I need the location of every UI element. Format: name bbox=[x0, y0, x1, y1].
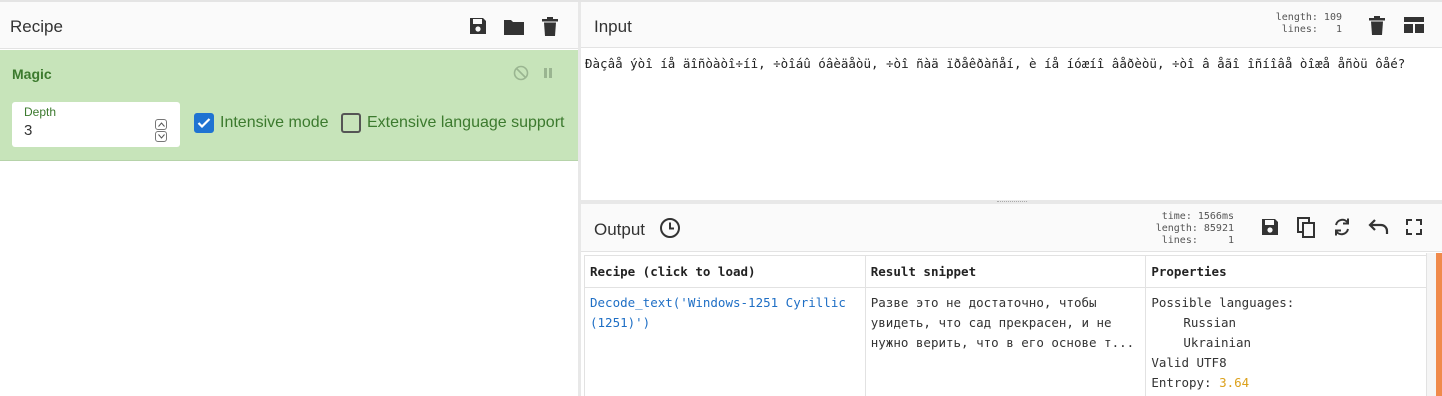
operation-name: Magic bbox=[12, 66, 52, 82]
trash-icon bbox=[542, 16, 558, 36]
save-output-button[interactable] bbox=[1252, 214, 1288, 240]
recipe-panel: Recipe Magic Depth 3 Intensive mode Exte… bbox=[0, 2, 578, 396]
recipe-title: Recipe bbox=[10, 17, 63, 36]
input-textarea[interactable]: Ðàçâå ýòî íå äîñòàòî÷íî, ÷òîáû óâèäåòü, … bbox=[585, 54, 1435, 74]
baking-time-button[interactable] bbox=[659, 217, 681, 239]
depth-increment[interactable] bbox=[155, 119, 167, 130]
output-results: Recipe (click to load) Result snippet Pr… bbox=[584, 255, 1427, 396]
column-snippet: Result snippet bbox=[864, 255, 1147, 288]
clock-icon bbox=[660, 218, 680, 238]
input-title: Input bbox=[594, 17, 632, 36]
properties-cell: Possible languages: Russian Ukrainian Va… bbox=[1145, 287, 1427, 396]
copy-output-button[interactable] bbox=[1288, 214, 1324, 240]
chevron-down-icon bbox=[157, 134, 165, 139]
language-item: Russian bbox=[1183, 315, 1237, 330]
output-panel: Output time: 1566ms length: 85921 lines:… bbox=[581, 204, 1442, 396]
output-stats: time: 1566ms length: 85921 lines: 1 bbox=[1155, 211, 1234, 246]
depth-decrement[interactable] bbox=[155, 131, 167, 142]
table-header-row: Recipe (click to load) Result snippet Pr… bbox=[584, 255, 1427, 288]
magic-results-table: Recipe (click to load) Result snippet Pr… bbox=[584, 255, 1427, 396]
output-title: Output bbox=[594, 220, 646, 239]
input-stats: length: 109 lines: 1 bbox=[1275, 12, 1342, 35]
disable-operation-button[interactable] bbox=[512, 64, 530, 82]
entropy-label: Entropy: bbox=[1151, 375, 1220, 390]
language-item: Ukrainian bbox=[1183, 335, 1252, 350]
intensive-mode-checkbox[interactable] bbox=[194, 113, 214, 133]
save-icon bbox=[1262, 219, 1278, 235]
pause-icon bbox=[544, 68, 552, 78]
languages-label: Possible languages: bbox=[1151, 295, 1295, 310]
disable-icon bbox=[513, 65, 529, 81]
table-row: Decode_text('Windows-1251 Cyrillic (1251… bbox=[584, 287, 1427, 396]
input-panel: Input length: 109 lines: 1 Ðàçâå ýòî íå … bbox=[581, 2, 1442, 200]
valid-utf8-text: Valid UTF8 bbox=[1151, 355, 1227, 370]
scrollbar-indicator[interactable] bbox=[1436, 253, 1442, 396]
layout-icon bbox=[1404, 17, 1424, 33]
save-recipe-button[interactable] bbox=[460, 13, 496, 39]
clear-recipe-button[interactable] bbox=[532, 13, 568, 39]
folder-icon bbox=[504, 19, 524, 35]
magic-operation: Magic Depth 3 Intensive mode Extensive l… bbox=[0, 50, 578, 161]
undo-icon bbox=[1368, 219, 1389, 234]
replace-input-button[interactable] bbox=[1324, 214, 1360, 240]
trash-icon bbox=[1369, 15, 1385, 35]
pause-operation-button[interactable] bbox=[539, 64, 557, 82]
column-recipe: Recipe (click to load) bbox=[584, 255, 866, 288]
result-snippet: Разве это не достаточно, чтобы увидеть, … bbox=[864, 287, 1147, 396]
load-recipe-button[interactable] bbox=[496, 13, 532, 39]
recipe-toolbar bbox=[460, 13, 568, 39]
recipe-header: Recipe bbox=[0, 2, 578, 49]
clear-input-button[interactable] bbox=[1359, 12, 1395, 38]
chevron-up-icon bbox=[157, 122, 165, 127]
checkmark-icon bbox=[197, 118, 211, 129]
input-header: Input length: 109 lines: 1 bbox=[581, 2, 1442, 48]
depth-label: Depth bbox=[24, 105, 57, 119]
splitter-grip[interactable] bbox=[997, 201, 1027, 203]
copy-icon bbox=[1297, 216, 1315, 238]
maximise-output-button[interactable] bbox=[1396, 214, 1432, 240]
intensive-mode-label: Intensive mode bbox=[220, 114, 329, 131]
swap-icon bbox=[1335, 218, 1349, 236]
extensive-language-checkbox[interactable] bbox=[341, 113, 361, 133]
save-icon bbox=[470, 18, 486, 34]
extensive-language-option[interactable]: Extensive language support bbox=[341, 113, 564, 133]
intensive-mode-option[interactable]: Intensive mode bbox=[194, 113, 329, 133]
depth-field[interactable]: Depth 3 bbox=[12, 102, 180, 147]
fullscreen-icon bbox=[1406, 219, 1422, 235]
extensive-language-label: Extensive language support bbox=[367, 114, 565, 131]
entropy-value: 3.64 bbox=[1219, 375, 1250, 390]
scrollbar-track[interactable] bbox=[1426, 253, 1436, 396]
entropy-line: Entropy: 3.64 bbox=[1151, 373, 1421, 393]
recipe-link[interactable]: Decode_text('Windows-1251 Cyrillic (1251… bbox=[590, 295, 846, 330]
undo-button[interactable] bbox=[1360, 214, 1396, 240]
reset-layout-button[interactable] bbox=[1396, 12, 1432, 38]
depth-value[interactable]: 3 bbox=[24, 122, 32, 139]
column-properties: Properties bbox=[1145, 255, 1427, 288]
output-header: Output time: 1566ms length: 85921 lines:… bbox=[581, 204, 1442, 252]
